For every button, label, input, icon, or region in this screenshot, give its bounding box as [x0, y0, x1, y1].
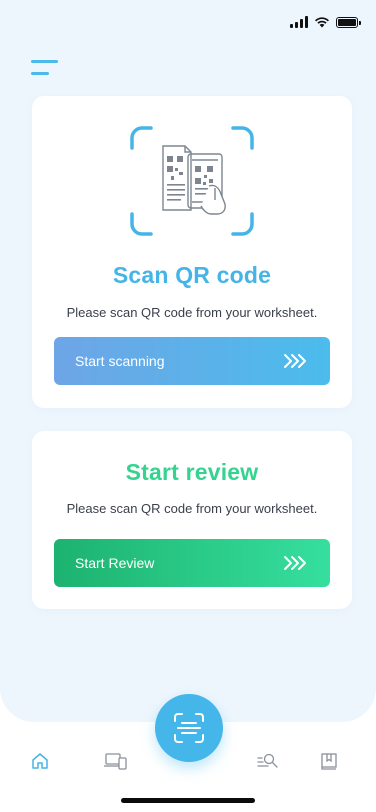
qr-scan-illustration: [130, 126, 254, 236]
review-card-description: Please scan QR code from your worksheet.: [66, 501, 318, 516]
battery-icon: [336, 16, 361, 28]
menu-button[interactable]: [31, 60, 58, 76]
scan-card-title: Scan QR code: [112, 262, 272, 288]
scan-qr-card: Scan QR code Please scan QR code from yo…: [32, 96, 352, 408]
nav-search-docs[interactable]: [257, 750, 279, 772]
start-scanning-label: Start scanning: [75, 353, 165, 369]
scan-fab-button[interactable]: [155, 694, 223, 762]
home-icon: [32, 753, 48, 769]
triple-chevron-right-icon: [282, 555, 308, 571]
wifi-icon: [315, 17, 329, 28]
bookmark-book-icon: [321, 753, 337, 770]
home-indicator: [121, 798, 255, 803]
start-review-label: Start Review: [75, 555, 155, 571]
start-scanning-button[interactable]: Start scanning: [54, 337, 330, 385]
review-card-title: Start review: [125, 459, 259, 485]
nav-bookmarks[interactable]: [318, 750, 340, 772]
nav-devices[interactable]: [103, 750, 127, 772]
search-docs-icon: [257, 753, 278, 768]
scan-card-description: Please scan QR code from your worksheet.: [66, 305, 318, 320]
nav-home[interactable]: [29, 750, 51, 772]
signal-icon: [290, 16, 308, 28]
start-review-card: Start review Please scan QR code from yo…: [32, 431, 352, 609]
scan-icon: [174, 713, 204, 743]
triple-chevron-right-icon: [282, 353, 308, 369]
devices-icon: [104, 753, 127, 770]
start-review-button[interactable]: Start Review: [54, 539, 330, 587]
status-bar: [290, 14, 361, 30]
